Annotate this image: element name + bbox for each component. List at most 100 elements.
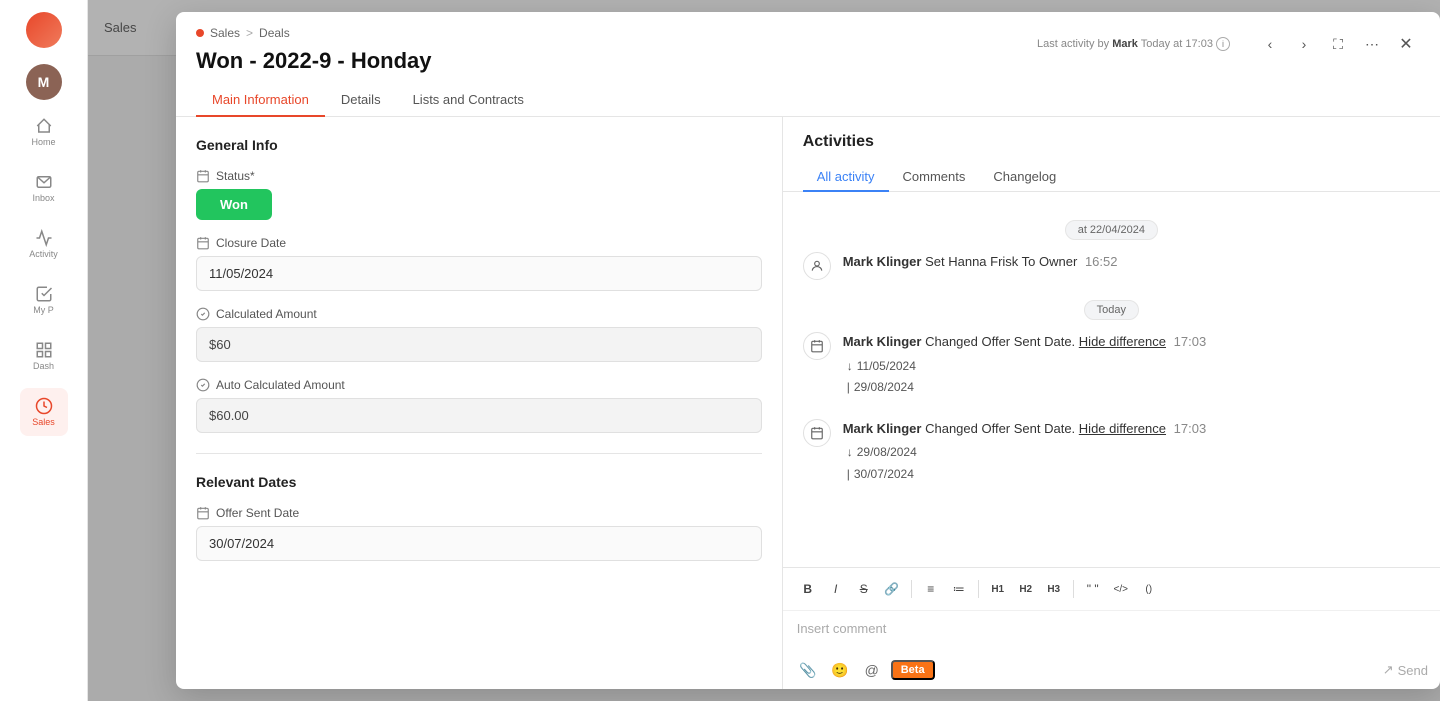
arrow-down-1: ↓ bbox=[847, 356, 853, 378]
hide-diff-link-1[interactable]: Hide difference bbox=[1079, 334, 1166, 349]
info-icon: i bbox=[1216, 37, 1230, 51]
tab-lists-contracts[interactable]: Lists and Contracts bbox=[397, 84, 540, 117]
closure-date-input[interactable] bbox=[196, 256, 762, 291]
strikethrough-button[interactable]: S bbox=[851, 576, 877, 602]
h1-button[interactable]: H1 bbox=[985, 576, 1011, 602]
status-label: Status* bbox=[196, 169, 762, 183]
mention-button[interactable]: @ bbox=[859, 657, 885, 683]
italic-button[interactable]: I bbox=[823, 576, 849, 602]
send-icon: ↗ bbox=[1383, 662, 1394, 678]
breadcrumb-separator: > bbox=[246, 26, 253, 40]
sidebar-item-sales[interactable]: Sales bbox=[20, 388, 68, 436]
offer-sent-date-input[interactable] bbox=[196, 526, 762, 561]
editor-toolbar: B I S 🔗 ≡ ≔ H1 H2 H3 " " bbox=[783, 568, 1440, 611]
last-activity-user: Mark bbox=[1112, 38, 1138, 50]
code-button[interactable]: </> bbox=[1108, 576, 1134, 602]
tab-details[interactable]: Details bbox=[325, 84, 397, 117]
modal-body: General Info Status* Won Closure D bbox=[176, 117, 1440, 689]
emoji-button[interactable]: 🙂 bbox=[827, 657, 853, 683]
activity-time-2: 17:03 bbox=[1174, 334, 1207, 349]
general-info-title: General Info bbox=[196, 137, 762, 153]
breadcrumb: Sales > Deals bbox=[196, 26, 432, 40]
sidebar-item-home[interactable]: Home bbox=[20, 108, 68, 156]
closure-date-field-label: Closure Date bbox=[216, 236, 286, 250]
sidebar-item-label: Activity bbox=[29, 249, 58, 259]
user-avatar[interactable]: M bbox=[26, 64, 62, 100]
activity-content-2: Mark Klinger Changed Offer Sent Date. Hi… bbox=[843, 332, 1420, 399]
activity-diff-row-2b: | 30/07/2024 bbox=[847, 464, 1420, 486]
sidebar-item-tasks[interactable]: My P bbox=[20, 276, 68, 324]
sidebar-item-label: Home bbox=[31, 137, 55, 147]
activity-person-icon bbox=[803, 252, 831, 280]
unordered-list-button[interactable]: ≔ bbox=[946, 576, 972, 602]
modal-title-row: Won - 2022-9 - Honday bbox=[196, 48, 432, 84]
auto-calculated-amount-field-label: Auto Calculated Amount bbox=[216, 378, 345, 392]
sidebar-item-label: My P bbox=[33, 305, 54, 315]
bold-button[interactable]: B bbox=[795, 576, 821, 602]
modal-header: Sales > Deals Won - 2022-9 - Honday Last… bbox=[176, 12, 1440, 117]
tab-all-activity[interactable]: All activity bbox=[803, 163, 889, 192]
activity-entry-2: Mark Klinger Changed Offer Sent Date. Hi… bbox=[803, 332, 1420, 399]
comment-placeholder: Insert comment bbox=[797, 621, 887, 636]
arrow-down-2: ↓ bbox=[847, 442, 853, 464]
diff-value-2b: 30/07/2024 bbox=[854, 464, 914, 486]
auto-calculated-amount-field-group: Auto Calculated Amount bbox=[196, 378, 762, 433]
activity-user-2: Mark Klinger bbox=[843, 334, 922, 349]
calendar-icon-2 bbox=[196, 236, 210, 250]
activity-text-1: Mark Klinger Set Hanna Frisk To Owner 16… bbox=[843, 252, 1420, 272]
tab-main-information[interactable]: Main Information bbox=[196, 84, 325, 117]
main-content: Sales ↻ ⋯ Sales > Deals bbox=[88, 0, 1440, 701]
record-modal: Sales > Deals Won - 2022-9 - Honday Last… bbox=[176, 12, 1440, 689]
tab-changelog[interactable]: Changelog bbox=[979, 163, 1070, 192]
bar-1: | bbox=[847, 377, 850, 399]
expand-button[interactable]: ⛶ bbox=[1324, 30, 1352, 58]
app-logo[interactable] bbox=[26, 12, 62, 48]
closure-date-label: Closure Date bbox=[196, 236, 762, 250]
link-button[interactable]: 🔗 bbox=[879, 576, 905, 602]
more-options-button[interactable]: ⋯ bbox=[1358, 30, 1386, 58]
activity-diff-row-1b: | 29/08/2024 bbox=[847, 377, 1420, 399]
send-button[interactable]: ↗ Send bbox=[1383, 662, 1428, 678]
blockquote-button[interactable]: " " bbox=[1080, 576, 1106, 602]
math-button[interactable]: () bbox=[1136, 576, 1162, 602]
tab-comments[interactable]: Comments bbox=[889, 163, 980, 192]
breadcrumb-dot bbox=[196, 29, 204, 37]
activity-action-2: Changed Offer Sent Date. bbox=[925, 334, 1079, 349]
activity-time-1: 16:52 bbox=[1085, 254, 1118, 269]
activity-time-3: 17:03 bbox=[1174, 421, 1207, 436]
status-button[interactable]: Won bbox=[196, 189, 272, 220]
sidebar-item-dashboard[interactable]: Dash bbox=[20, 332, 68, 380]
activity-diff-row-2a: ↓ 29/08/2024 bbox=[847, 442, 1420, 464]
ordered-list-button[interactable]: ≡ bbox=[918, 576, 944, 602]
calculated-amount-input bbox=[196, 327, 762, 362]
h2-button[interactable]: H2 bbox=[1013, 576, 1039, 602]
beta-button[interactable]: Beta bbox=[891, 660, 935, 680]
last-activity-info: Last activity by Mark Today at 17:03 i bbox=[1037, 37, 1250, 51]
last-activity-time: Today at 17:03 bbox=[1141, 38, 1213, 50]
activity-text-2: Mark Klinger Changed Offer Sent Date. Hi… bbox=[843, 332, 1420, 352]
activity-diff-row-1a: ↓ 11/05/2024 bbox=[847, 356, 1420, 378]
editor-bottom-left: 📎 🙂 @ Beta bbox=[795, 657, 935, 683]
activity-content-1: Mark Klinger Set Hanna Frisk To Owner 16… bbox=[843, 252, 1420, 272]
auto-calculated-amount-input bbox=[196, 398, 762, 433]
next-button[interactable]: › bbox=[1290, 30, 1318, 58]
prev-button[interactable]: ‹ bbox=[1256, 30, 1284, 58]
calculated-amount-field-label: Calculated Amount bbox=[216, 307, 317, 321]
toolbar-separator-2 bbox=[978, 580, 979, 598]
sidebar-item-inbox[interactable]: Inbox bbox=[20, 164, 68, 212]
bar-2: | bbox=[847, 464, 850, 486]
comment-input[interactable]: Insert comment bbox=[783, 611, 1440, 651]
editor-bottom: 📎 🙂 @ Beta ↗ Send bbox=[783, 651, 1440, 689]
hide-diff-link-2[interactable]: Hide difference bbox=[1079, 421, 1166, 436]
left-panel: General Info Status* Won Closure D bbox=[176, 117, 783, 689]
status-field-label: Status* bbox=[216, 169, 255, 183]
activity-calendar-icon-2 bbox=[803, 419, 831, 447]
attach-button[interactable]: 📎 bbox=[795, 657, 821, 683]
right-panel: Activities All activity Comments Changel… bbox=[783, 117, 1440, 689]
activity-entry-3: Mark Klinger Changed Offer Sent Date. Hi… bbox=[803, 419, 1420, 486]
close-button[interactable]: ✕ bbox=[1392, 30, 1420, 58]
sidebar-item-activity[interactable]: Activity bbox=[20, 220, 68, 268]
diff-value-1b: 29/08/2024 bbox=[854, 377, 914, 399]
h3-button[interactable]: H3 bbox=[1041, 576, 1067, 602]
calculated-amount-field-group: Calculated Amount bbox=[196, 307, 762, 362]
